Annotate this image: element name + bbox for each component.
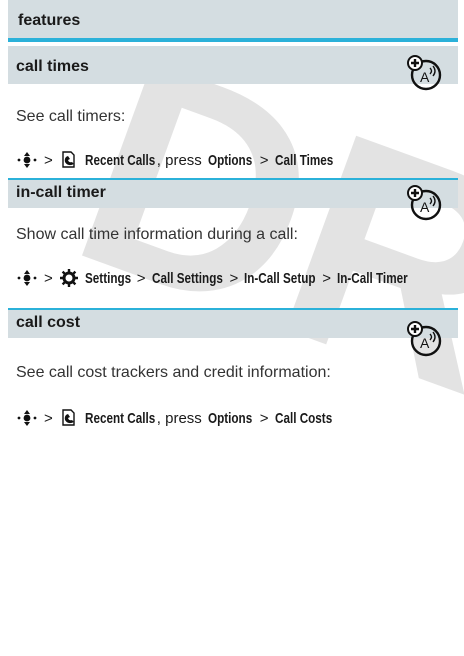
menu-settings: Settings (84, 269, 131, 287)
menu-call-costs: Call Costs (274, 409, 332, 427)
section-header: call cost (8, 310, 458, 338)
section-title: call times (16, 58, 89, 75)
path-separator: > (44, 269, 53, 287)
menu-recent-calls: Recent Calls (84, 409, 156, 427)
recent-calls-icon (62, 151, 75, 168)
menu-call-times: Call Times (274, 151, 333, 169)
section-call-cost: call cost A See call cost trackers and c… (8, 310, 458, 447)
menu-path: > Recent Calls , press Options > Call Co… (16, 408, 339, 428)
svg-text:A: A (420, 69, 430, 85)
section-header: call times (8, 46, 458, 84)
section-description: Show call time information during a call… (16, 226, 298, 243)
path-separator: > (229, 269, 239, 287)
section-description: See call timers: (16, 108, 126, 125)
options-softkey: Options (207, 151, 252, 169)
network-feature-icon: A (407, 185, 442, 221)
section-call-times: call times A See call timers: > Recent C… (8, 46, 458, 178)
navigation-key-icon (17, 410, 37, 426)
menu-in-call-timer: In-Call Timer (337, 269, 408, 287)
recent-calls-icon (62, 409, 75, 426)
table-header-title: features (18, 12, 81, 29)
options-softkey: Options (207, 409, 252, 427)
section-description: See call cost trackers and credit inform… (16, 364, 331, 381)
menu-in-call-setup: In-Call Setup (244, 269, 316, 287)
path-separator: > (259, 151, 269, 169)
path-instruction: , press (156, 409, 202, 427)
path-separator: > (259, 409, 269, 427)
path-separator: > (44, 409, 53, 427)
menu-path: > Recent Calls , press Options > Call Ti… (16, 150, 339, 170)
menu-call-settings: Call Settings (151, 269, 223, 287)
path-instruction: , press (156, 151, 202, 169)
settings-gear-icon (59, 269, 78, 287)
menu-recent-calls: Recent Calls (84, 151, 156, 169)
path-separator: > (44, 151, 53, 169)
navigation-key-icon (17, 270, 37, 286)
section-header: in-call timer (8, 180, 458, 208)
menu-path: > Settings > Call Settings > In-Call Set… (16, 268, 408, 288)
section-title: in-call timer (16, 184, 106, 201)
navigation-key-icon (17, 152, 37, 168)
network-feature-icon: A (407, 55, 442, 91)
path-separator: > (136, 269, 146, 287)
svg-text:A: A (420, 335, 430, 351)
section-in-call-timer: in-call timer A Show call time informati… (8, 180, 458, 310)
section-title: call cost (16, 314, 81, 331)
path-separator: > (322, 269, 332, 287)
table-header: features (8, 0, 458, 42)
svg-text:A: A (420, 199, 430, 215)
network-feature-icon: A (407, 321, 442, 357)
